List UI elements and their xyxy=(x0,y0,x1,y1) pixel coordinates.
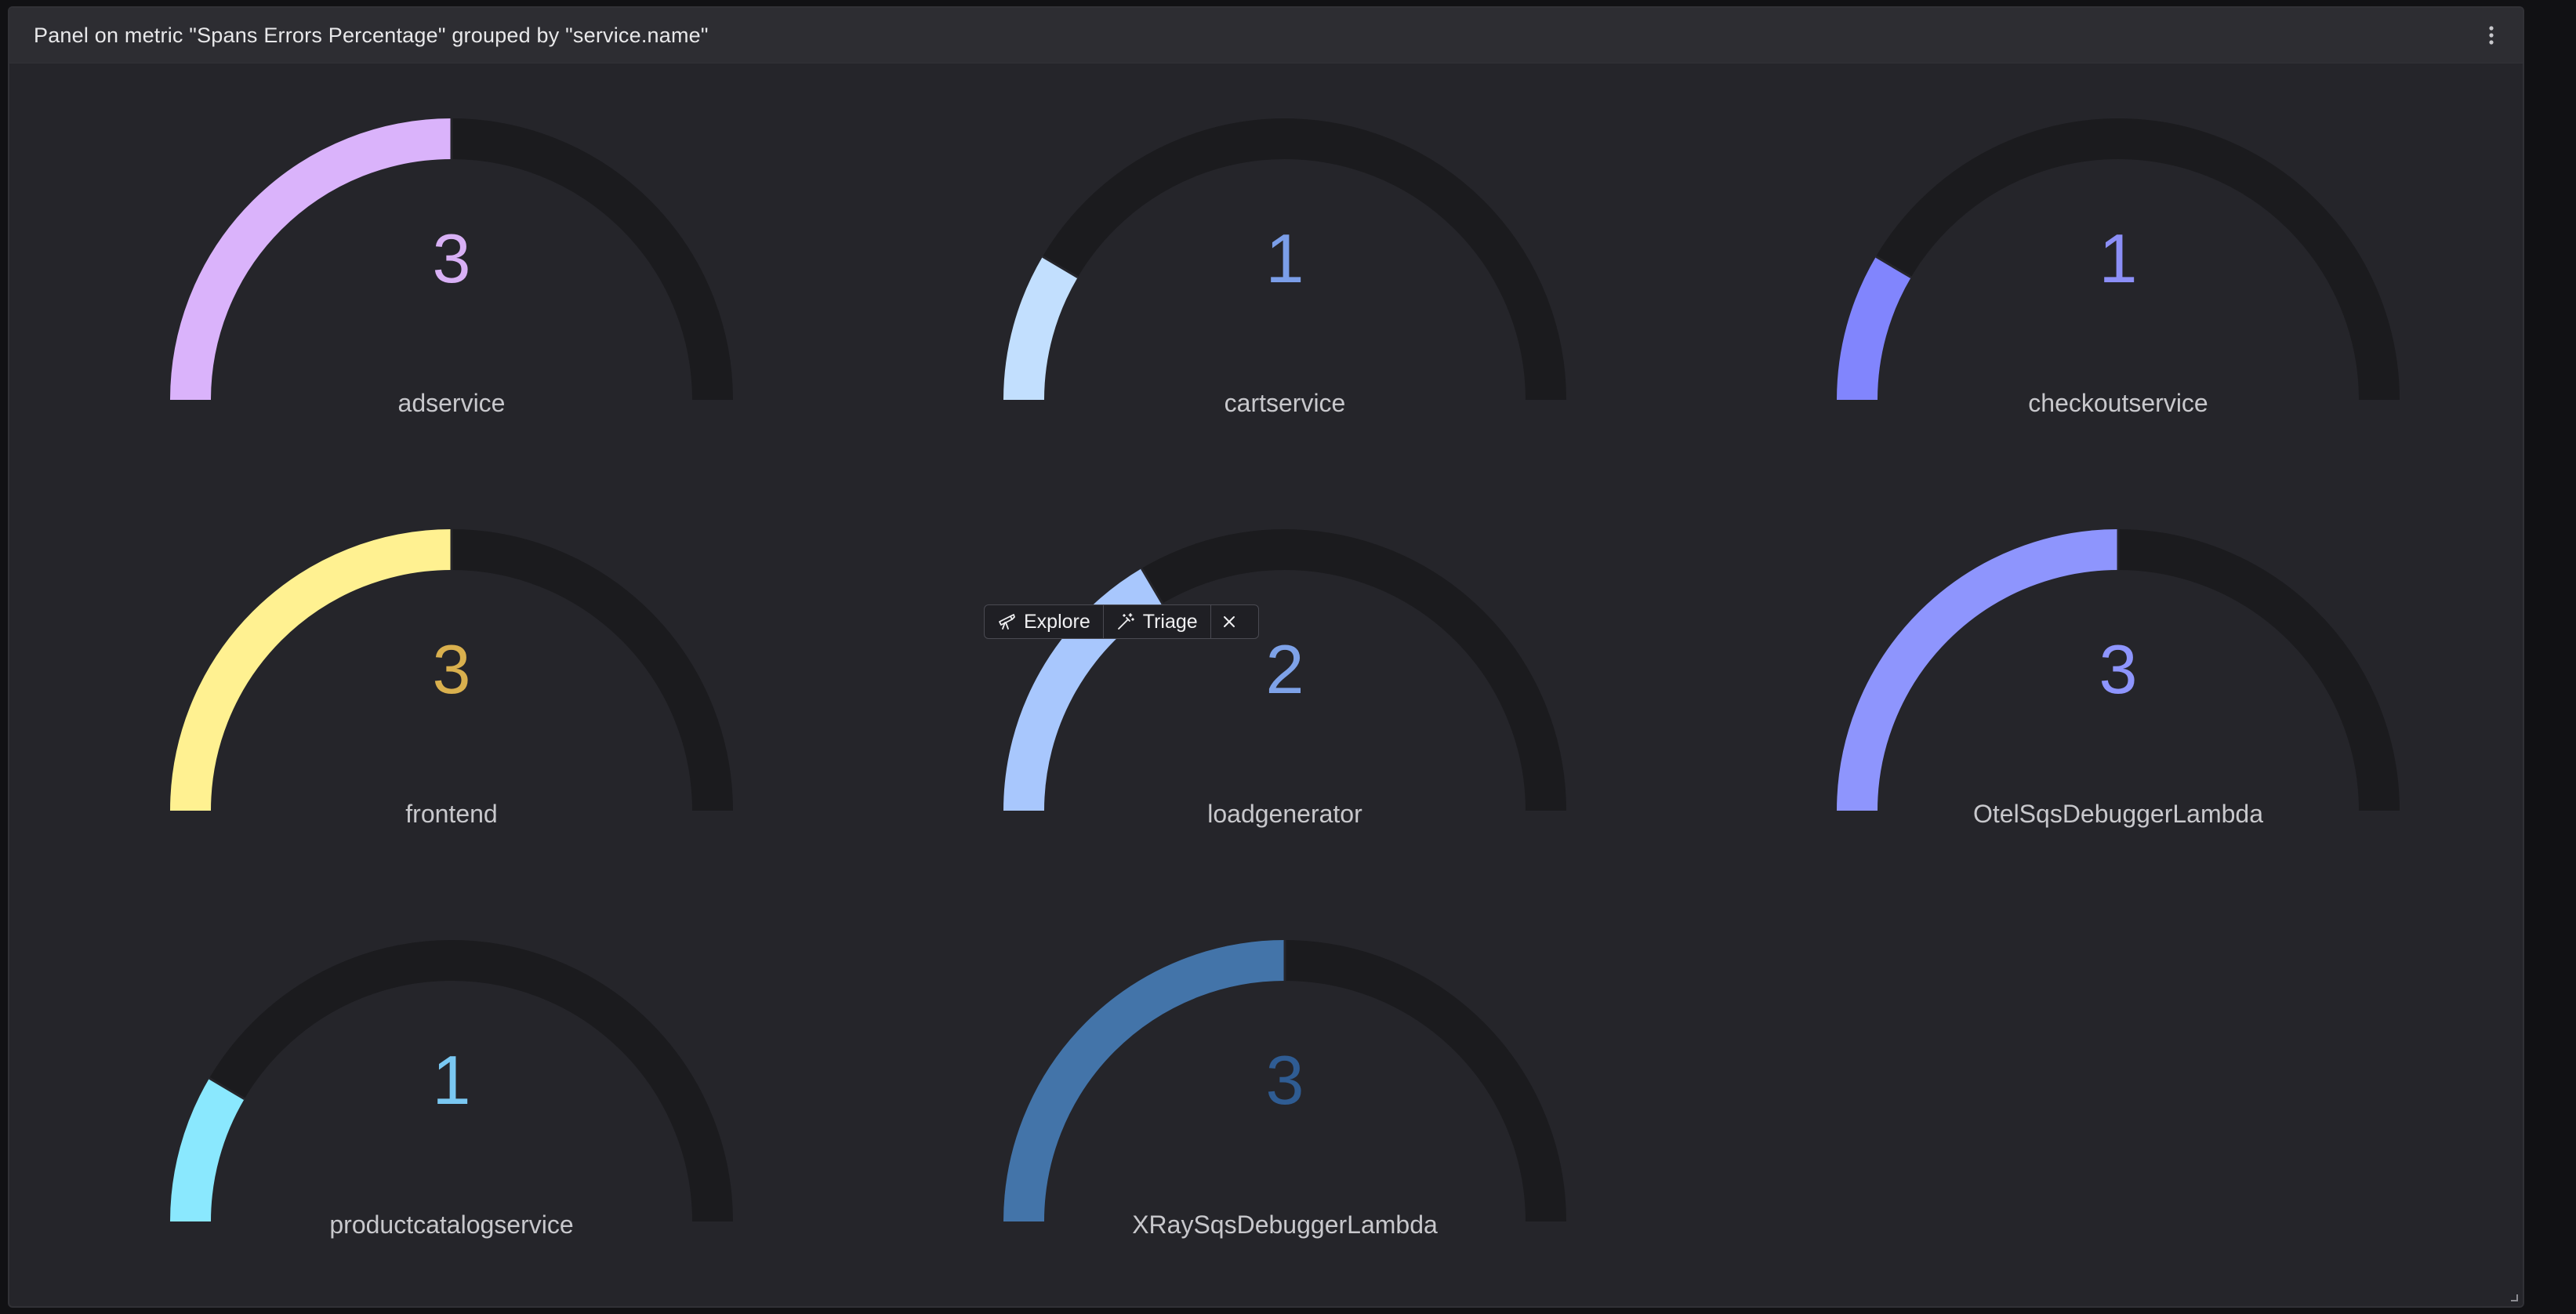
panel-title: Panel on metric "Spans Errors Percentage… xyxy=(34,24,709,47)
gauge-label: OtelSqsDebuggerLambda xyxy=(1972,800,2263,828)
gauge-cartservice: 1 cartservice xyxy=(995,86,1575,447)
triage-button[interactable]: Triage xyxy=(1102,605,1210,638)
gauge-value: 1 xyxy=(432,1041,471,1119)
gauge-value: 2 xyxy=(1265,630,1304,708)
gauge-label: XRaySqsDebuggerLambda xyxy=(1132,1211,1438,1239)
gauge-label: cartservice xyxy=(1224,389,1346,417)
gauge-label: productcatalogservice xyxy=(329,1211,574,1239)
gauge-productcatalogservice: 1 productcatalogservice xyxy=(161,908,742,1269)
gauge-value: 3 xyxy=(432,630,471,708)
close-icon xyxy=(1223,616,1235,627)
gauge-OtelSqsDebuggerLambda: 3 OtelSqsDebuggerLambda xyxy=(1828,497,2408,858)
panel-menu-button[interactable] xyxy=(2477,21,2505,49)
gauge-loadgenerator: 2 loadgenerator xyxy=(995,497,1575,858)
close-action-bar-button[interactable] xyxy=(1210,605,1247,638)
panel-header: Panel on metric "Spans Errors Percentage… xyxy=(9,8,2523,64)
telescope-icon xyxy=(999,614,1015,630)
more-vertical-icon xyxy=(2489,26,2494,45)
gauge-label: adservice xyxy=(397,389,506,417)
triage-label: Triage xyxy=(1142,610,1198,633)
magic-wand-icon xyxy=(1117,613,1134,630)
gauge-value: 1 xyxy=(1265,220,1304,297)
gauge-label: loadgenerator xyxy=(1207,800,1362,828)
gauge-checkoutservice: 1 checkoutservice xyxy=(1828,86,2408,447)
gauge-label: frontend xyxy=(405,800,498,828)
gauge-value: 3 xyxy=(2099,630,2138,708)
gauge-label: checkoutservice xyxy=(2028,389,2208,417)
gauge-adservice: 3 adservice xyxy=(161,86,742,447)
resize-handle-icon[interactable] xyxy=(2509,1292,2518,1301)
gauge-XRaySqsDebuggerLambda: 3 XRaySqsDebuggerLambda xyxy=(995,908,1575,1269)
metric-panel: Panel on metric "Spans Errors Percentage… xyxy=(8,6,2524,1308)
explore-label: Explore xyxy=(1024,610,1090,633)
explore-button[interactable]: Explore xyxy=(985,605,1103,638)
hover-action-bar: Explore Triage xyxy=(984,604,1259,639)
gauge-value: 3 xyxy=(1265,1041,1304,1119)
gauge-frontend: 3 frontend xyxy=(161,497,742,858)
gauge-value: 1 xyxy=(2099,220,2138,297)
gauge-value: 3 xyxy=(432,220,471,297)
